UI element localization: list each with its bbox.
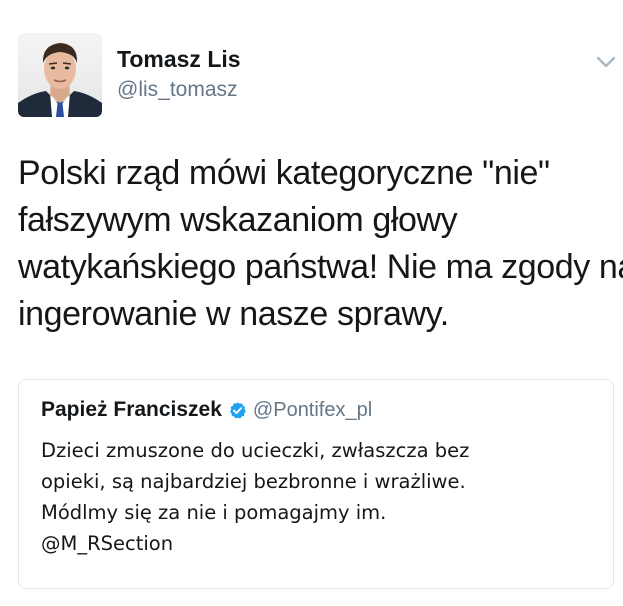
chevron-down-icon[interactable] bbox=[595, 54, 617, 70]
quoted-tweet-text-line: Dzieci zmuszone do ucieczki, zwłaszcza b… bbox=[41, 439, 470, 462]
quoted-tweet-text-line: Módlmy się za nie i pomagajmy im. bbox=[41, 501, 387, 524]
author-handle[interactable]: @lis_tomasz bbox=[117, 78, 238, 102]
tweet-text-line: Polski rząd mówi kategoryczne "nie" bbox=[18, 154, 550, 192]
tweet-text-line: watykańskiego państwa! Nie ma zgody na bbox=[18, 248, 623, 286]
tweet-text: Polski rząd mówi kategoryczne "nie" fałs… bbox=[18, 150, 623, 338]
avatar[interactable] bbox=[18, 33, 102, 117]
quoted-tweet-text: Dzieci zmuszone do ucieczki, zwłaszcza b… bbox=[41, 435, 601, 559]
tweet-text-line: fałszywym wskazaniom głowy bbox=[18, 201, 458, 239]
quoted-tweet-card[interactable]: Papież Franciszek @Pontifex_pl Dzieci zm… bbox=[18, 379, 614, 589]
quoted-tweet-text-line: opieki, są najbardziej bezbronne i wrażl… bbox=[41, 470, 466, 493]
tweet-text-line: ingerowanie w nasze sprawy. bbox=[18, 295, 449, 333]
quoted-tweet-header: Papież Franciszek @Pontifex_pl bbox=[41, 398, 372, 422]
quoted-author-name: Papież Franciszek bbox=[41, 398, 222, 421]
profile-photo bbox=[18, 33, 102, 117]
verified-badge-icon bbox=[228, 401, 247, 420]
quoted-tweet-text-line: @M_RSection bbox=[41, 532, 174, 555]
author-name[interactable]: Tomasz Lis bbox=[117, 46, 241, 73]
quoted-author-handle: @Pontifex_pl bbox=[252, 398, 373, 421]
